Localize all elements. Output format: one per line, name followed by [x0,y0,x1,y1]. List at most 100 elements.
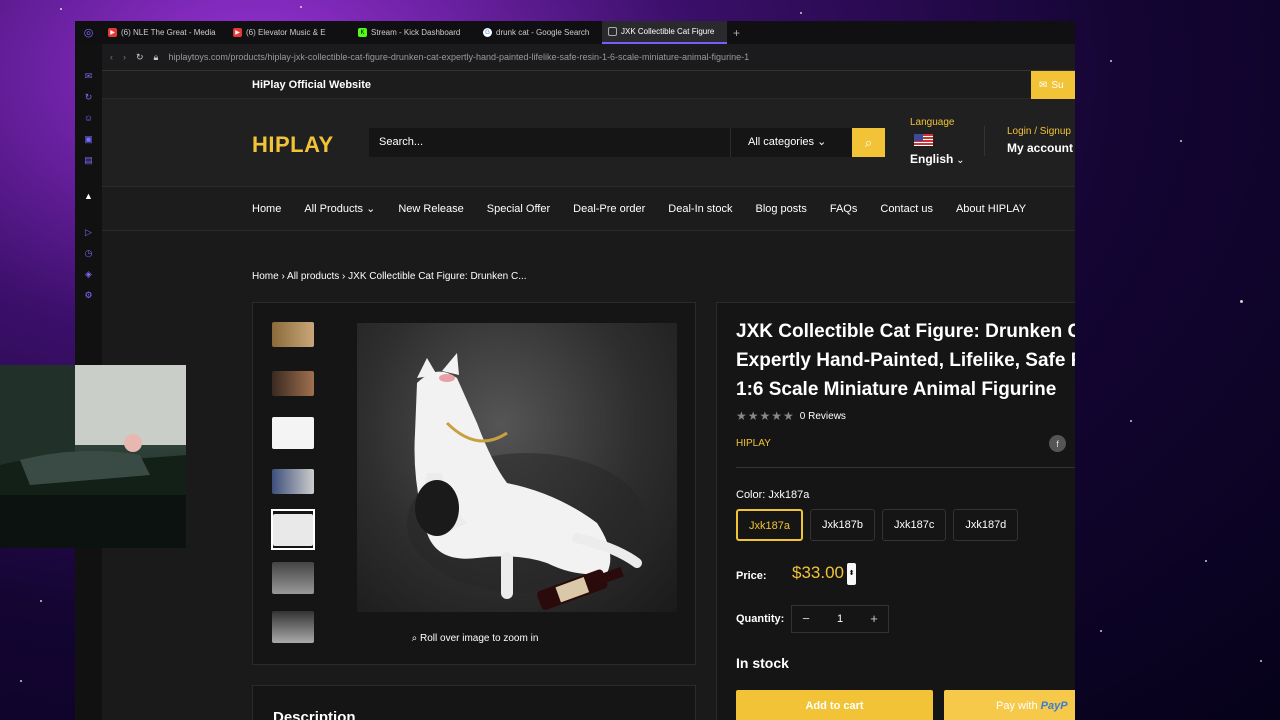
back-icon[interactable]: ‹ [110,52,113,62]
account-menu[interactable]: Login / Signup My account [984,126,1073,156]
nav-special-offer[interactable]: Special Offer [487,203,550,215]
decrease-button[interactable]: − [792,606,820,632]
tab-4[interactable]: JXK Collectible Cat Figure [602,21,727,44]
breadcrumb: Home › All products › JXK Collectible Ca… [252,271,527,282]
cube-icon[interactable]: ◈ [85,268,92,280]
color-label: Color: Jxk187a [736,489,810,501]
language-label: Language [910,117,955,128]
paypal-button[interactable]: Pay with PayP [944,690,1075,720]
search-button[interactable]: ⌕ [852,128,885,157]
thumbnail-active[interactable] [271,509,315,550]
nav-new-release[interactable]: New Release [398,203,463,215]
kick-icon: K [358,28,367,37]
web-page: HiPlay Official Website ✉ Su HIPLAY Searc… [102,71,1075,720]
quantity-label: Quantity: [736,613,785,625]
product-gallery: ⌕ Roll over image to zoom in [252,302,696,665]
breadcrumb-current: JXK Collectible Cat Figure: Drunken C... [348,271,527,282]
quantity-stepper: − 1 + [791,605,889,633]
price-label: Price: [736,570,767,582]
variant-option[interactable]: Jxk187c [881,509,947,541]
description-heading: Description [273,709,356,720]
arc-icon[interactable]: ▲ [84,190,93,202]
nav-about[interactable]: About HIPLAY [956,203,1026,215]
tab-0[interactable]: ▶ (6) NLE The Great - Media [102,21,227,44]
thumbnail[interactable] [271,556,315,599]
nav-contact[interactable]: Contact us [880,203,933,215]
browser-logo-icon[interactable]: ◎ [75,26,102,39]
clock-icon[interactable]: ◷ [85,247,93,259]
thumbnail[interactable] [271,460,315,503]
product-image[interactable] [357,323,677,612]
category-select[interactable]: All categories ⌄ [730,128,852,157]
breadcrumb-home[interactable]: Home [252,271,279,282]
star-rating-icon: ★★★★★ [736,409,795,423]
zoom-hint: ⌕ Roll over image to zoom in [411,633,539,644]
search-input[interactable]: Search... [369,128,730,157]
youtube-icon: ▶ [233,28,242,37]
chevron-down-icon: ⌄ [366,203,376,215]
browser-window: ◎ ▶ (6) NLE The Great - Media ▶ (6) Elevat… [75,21,1075,720]
my-account-link[interactable]: My account [1007,141,1073,155]
currency-toggle-icon[interactable]: ⬍ [847,563,856,585]
subscribe-button[interactable]: ✉ Su [1031,71,1075,99]
price-value: $33.00 [792,563,844,582]
thumbnail-list [271,313,315,654]
announcement-bar: HiPlay Official Website ✉ Su [102,71,1075,99]
product-info: JXK Collectible Cat Figure: Drunken Ca E… [716,302,1075,720]
main-nav: Home All Products ⌄ New Release Special … [102,187,1075,231]
nav-home[interactable]: Home [252,203,281,215]
language-selector[interactable]: Language English ⌄ [910,117,965,166]
app-icon[interactable]: ▤ [84,154,93,166]
address-bar: ‹ › ↻ 🔒︎ hiplaytoys.com/products/hiplay-… [102,44,1075,71]
vendor-link[interactable]: HIPLAY [736,438,771,449]
tab-2[interactable]: K Stream - Kick Dashboard [352,21,477,44]
nav-in-stock[interactable]: Deal-In stock [668,203,732,215]
tab-1[interactable]: ▶ (6) Elevator Music & E [227,21,352,44]
webcam-feed [0,365,186,548]
tab-3[interactable]: Gdrunk cat - Google Search [477,21,602,44]
facebook-share-icon[interactable]: f [1049,435,1066,452]
variant-option[interactable]: Jxk187a [736,509,803,541]
youtube-icon: ▶ [108,28,117,37]
chevron-down-icon: ⌄ [956,155,965,166]
product-title: JXK Collectible Cat Figure: Drunken Ca E… [736,321,1075,400]
nav-all-products[interactable]: All Products ⌄ [304,202,375,215]
language-value: English [910,152,954,166]
settings-icon[interactable]: ⚙ [84,289,92,301]
nav-pre-order[interactable]: Deal-Pre order [573,203,645,215]
lock-icon: 🔒︎ [153,51,159,62]
page-icon [608,27,617,36]
quantity-input[interactable]: 1 [820,606,860,632]
nav-faqs[interactable]: FAQs [830,203,858,215]
review-count: 0 Reviews [799,410,846,422]
forward-icon[interactable]: › [123,52,126,62]
search-bar: Search... All categories ⌄ ⌕ [369,128,885,157]
stock-status: In stock [736,655,789,671]
refresh-icon[interactable]: ↻ [85,91,93,103]
nav-blog[interactable]: Blog posts [755,203,806,215]
thumbnail[interactable] [271,362,315,405]
variant-option[interactable]: Jxk187d [953,509,1019,541]
wallet-icon[interactable]: ▣ [84,133,93,145]
bot-icon[interactable]: ☺ [84,112,93,124]
site-logo[interactable]: HIPLAY [252,132,334,158]
add-to-cart-button[interactable]: Add to cart [736,690,933,720]
mail-icon[interactable]: ✉ [85,70,93,82]
us-flag-icon [914,134,933,146]
login-link[interactable]: Login / Signup [1007,126,1073,137]
thumbnail[interactable] [271,411,315,454]
new-tab-button[interactable]: + [727,26,746,40]
increase-button[interactable]: + [860,606,888,632]
google-icon: G [483,28,492,37]
reload-icon[interactable]: ↻ [136,52,144,63]
description-section: Description [252,685,696,720]
drunk-cat-figure [407,353,647,610]
thumbnail[interactable] [271,313,315,356]
variant-option[interactable]: Jxk187b [809,509,875,541]
play-icon[interactable]: ▷ [85,226,92,238]
mail-icon: ✉ [1039,79,1048,91]
breadcrumb-all-products[interactable]: All products [287,271,339,282]
announcement-text: HiPlay Official Website [252,79,372,91]
rating[interactable]: ★★★★★ 0 Reviews [736,409,846,423]
url-field[interactable]: hiplaytoys.com/products/hiplay-jxk-colle… [168,52,749,62]
